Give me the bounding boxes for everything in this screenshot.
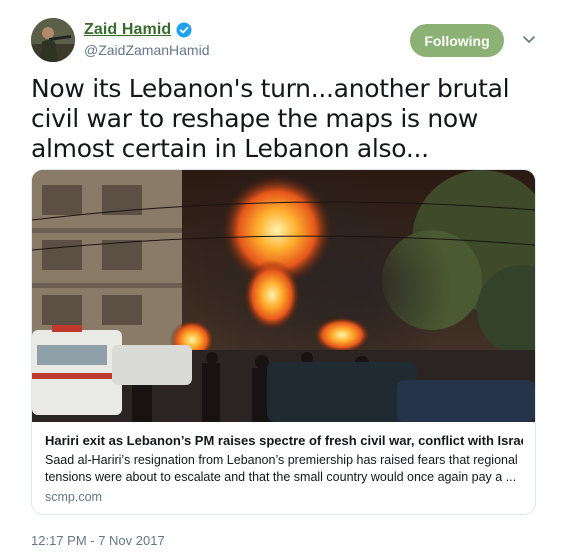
tweet-text: Now its Lebanon's turn...another brutal …	[31, 74, 510, 163]
verified-badge-icon	[176, 22, 192, 38]
user-names: Zaid Hamid @ZaidZamanHamid	[84, 21, 209, 58]
card-domain: scmp.com	[45, 490, 102, 504]
tweet-timestamp[interactable]: 12:17 PM - 7 Nov 2017	[31, 533, 165, 548]
link-card[interactable]: Hariri exit as Lebanon’s PM raises spect…	[31, 169, 536, 515]
display-name[interactable]: Zaid Hamid	[84, 21, 171, 39]
tweet: Zaid Hamid @ZaidZamanHamid Following Now…	[0, 0, 563, 558]
card-image	[32, 170, 535, 422]
card-body: Hariri exit as Lebanon’s PM raises spect…	[45, 432, 523, 504]
avatar[interactable]	[31, 18, 75, 62]
following-button[interactable]: Following	[410, 24, 504, 57]
card-description: Saad al-Hariri’s resignation from Lebano…	[45, 453, 518, 484]
chevron-down-icon[interactable]	[522, 32, 536, 46]
user-handle[interactable]: @ZaidZamanHamid	[84, 42, 209, 58]
display-name-row: Zaid Hamid	[84, 21, 209, 39]
avatar-image	[31, 18, 75, 62]
card-title[interactable]: Hariri exit as Lebanon’s PM raises spect…	[45, 432, 523, 449]
tweet-header: Zaid Hamid @ZaidZamanHamid Following	[31, 18, 543, 68]
